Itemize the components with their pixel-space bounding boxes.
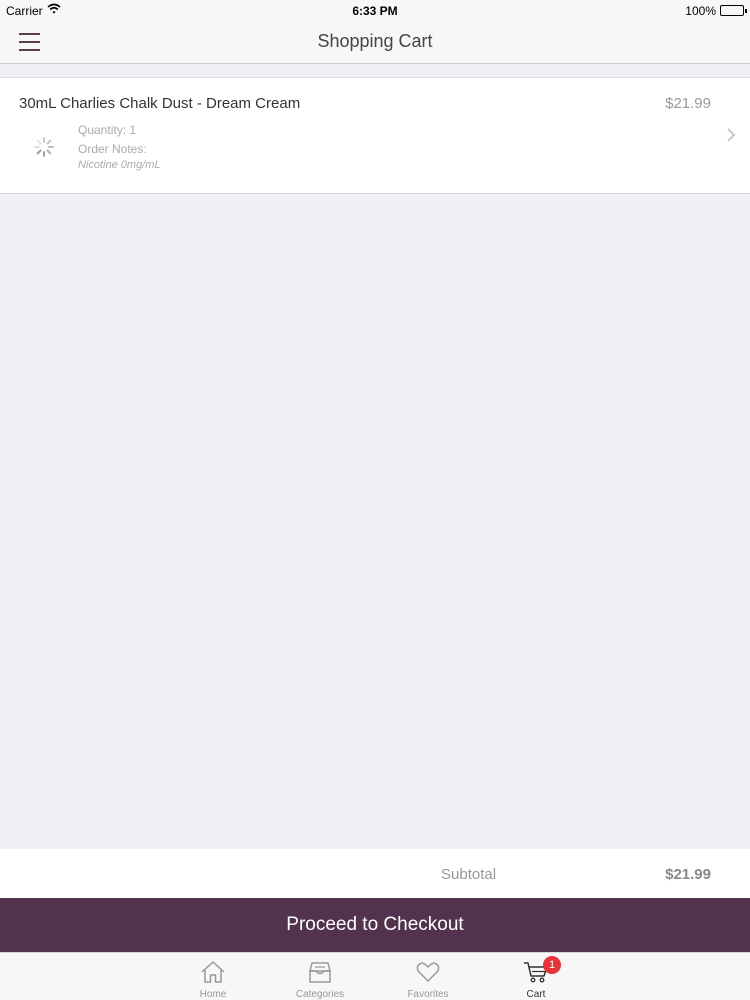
item-quantity: Quantity: 1 xyxy=(78,123,137,137)
tab-cart[interactable]: 1 Cart xyxy=(496,953,576,1000)
proceed-to-checkout-button[interactable]: Proceed to Checkout xyxy=(0,898,750,952)
shopping-cart-screen: Carrier 6:33 PM 100% Shopping Cart 30mL … xyxy=(0,0,750,1000)
cart-item[interactable]: 30mL Charlies Chalk Dust - Dream Cream $… xyxy=(0,77,750,194)
chevron-right-icon xyxy=(726,127,736,143)
tab-home[interactable]: Home xyxy=(173,953,253,1000)
tab-categories-label: Categories xyxy=(295,989,345,1000)
navigation-bar: Shopping Cart xyxy=(0,22,750,64)
tab-cart-label: Cart xyxy=(526,989,546,1000)
item-name: 30mL Charlies Chalk Dust - Dream Cream xyxy=(19,95,301,112)
cart-count-badge: 1 xyxy=(543,956,561,974)
subtotal-row: Subtotal $21.99 xyxy=(0,849,750,898)
tab-favorites[interactable]: Favorites xyxy=(388,953,468,1000)
subtotal-label: Subtotal xyxy=(441,866,497,883)
status-bar: Carrier 6:33 PM 100% xyxy=(0,0,750,22)
item-price: $21.99 xyxy=(665,95,711,112)
heart-icon xyxy=(416,962,440,982)
tab-categories[interactable]: Categories xyxy=(280,953,360,1000)
tab-bar: Home Categories Favorites 1 Cart xyxy=(0,952,750,1000)
home-icon xyxy=(201,961,225,983)
loading-spinner-icon xyxy=(33,136,55,158)
tab-favorites-label: Favorites xyxy=(407,989,449,1000)
battery-percent: 100% xyxy=(685,4,716,18)
order-notes-label: Order Notes: xyxy=(78,142,147,156)
subtotal-value: $21.99 xyxy=(665,866,711,883)
tab-home-label: Home xyxy=(199,989,227,1000)
page-title: Shopping Cart xyxy=(317,31,433,51)
battery-icon xyxy=(720,5,747,16)
status-time: 6:33 PM xyxy=(352,4,398,18)
cart-list: 30mL Charlies Chalk Dust - Dream Cream $… xyxy=(0,77,750,194)
categories-icon xyxy=(309,962,331,983)
order-notes: Nicotine 0mg/mL xyxy=(78,159,161,171)
